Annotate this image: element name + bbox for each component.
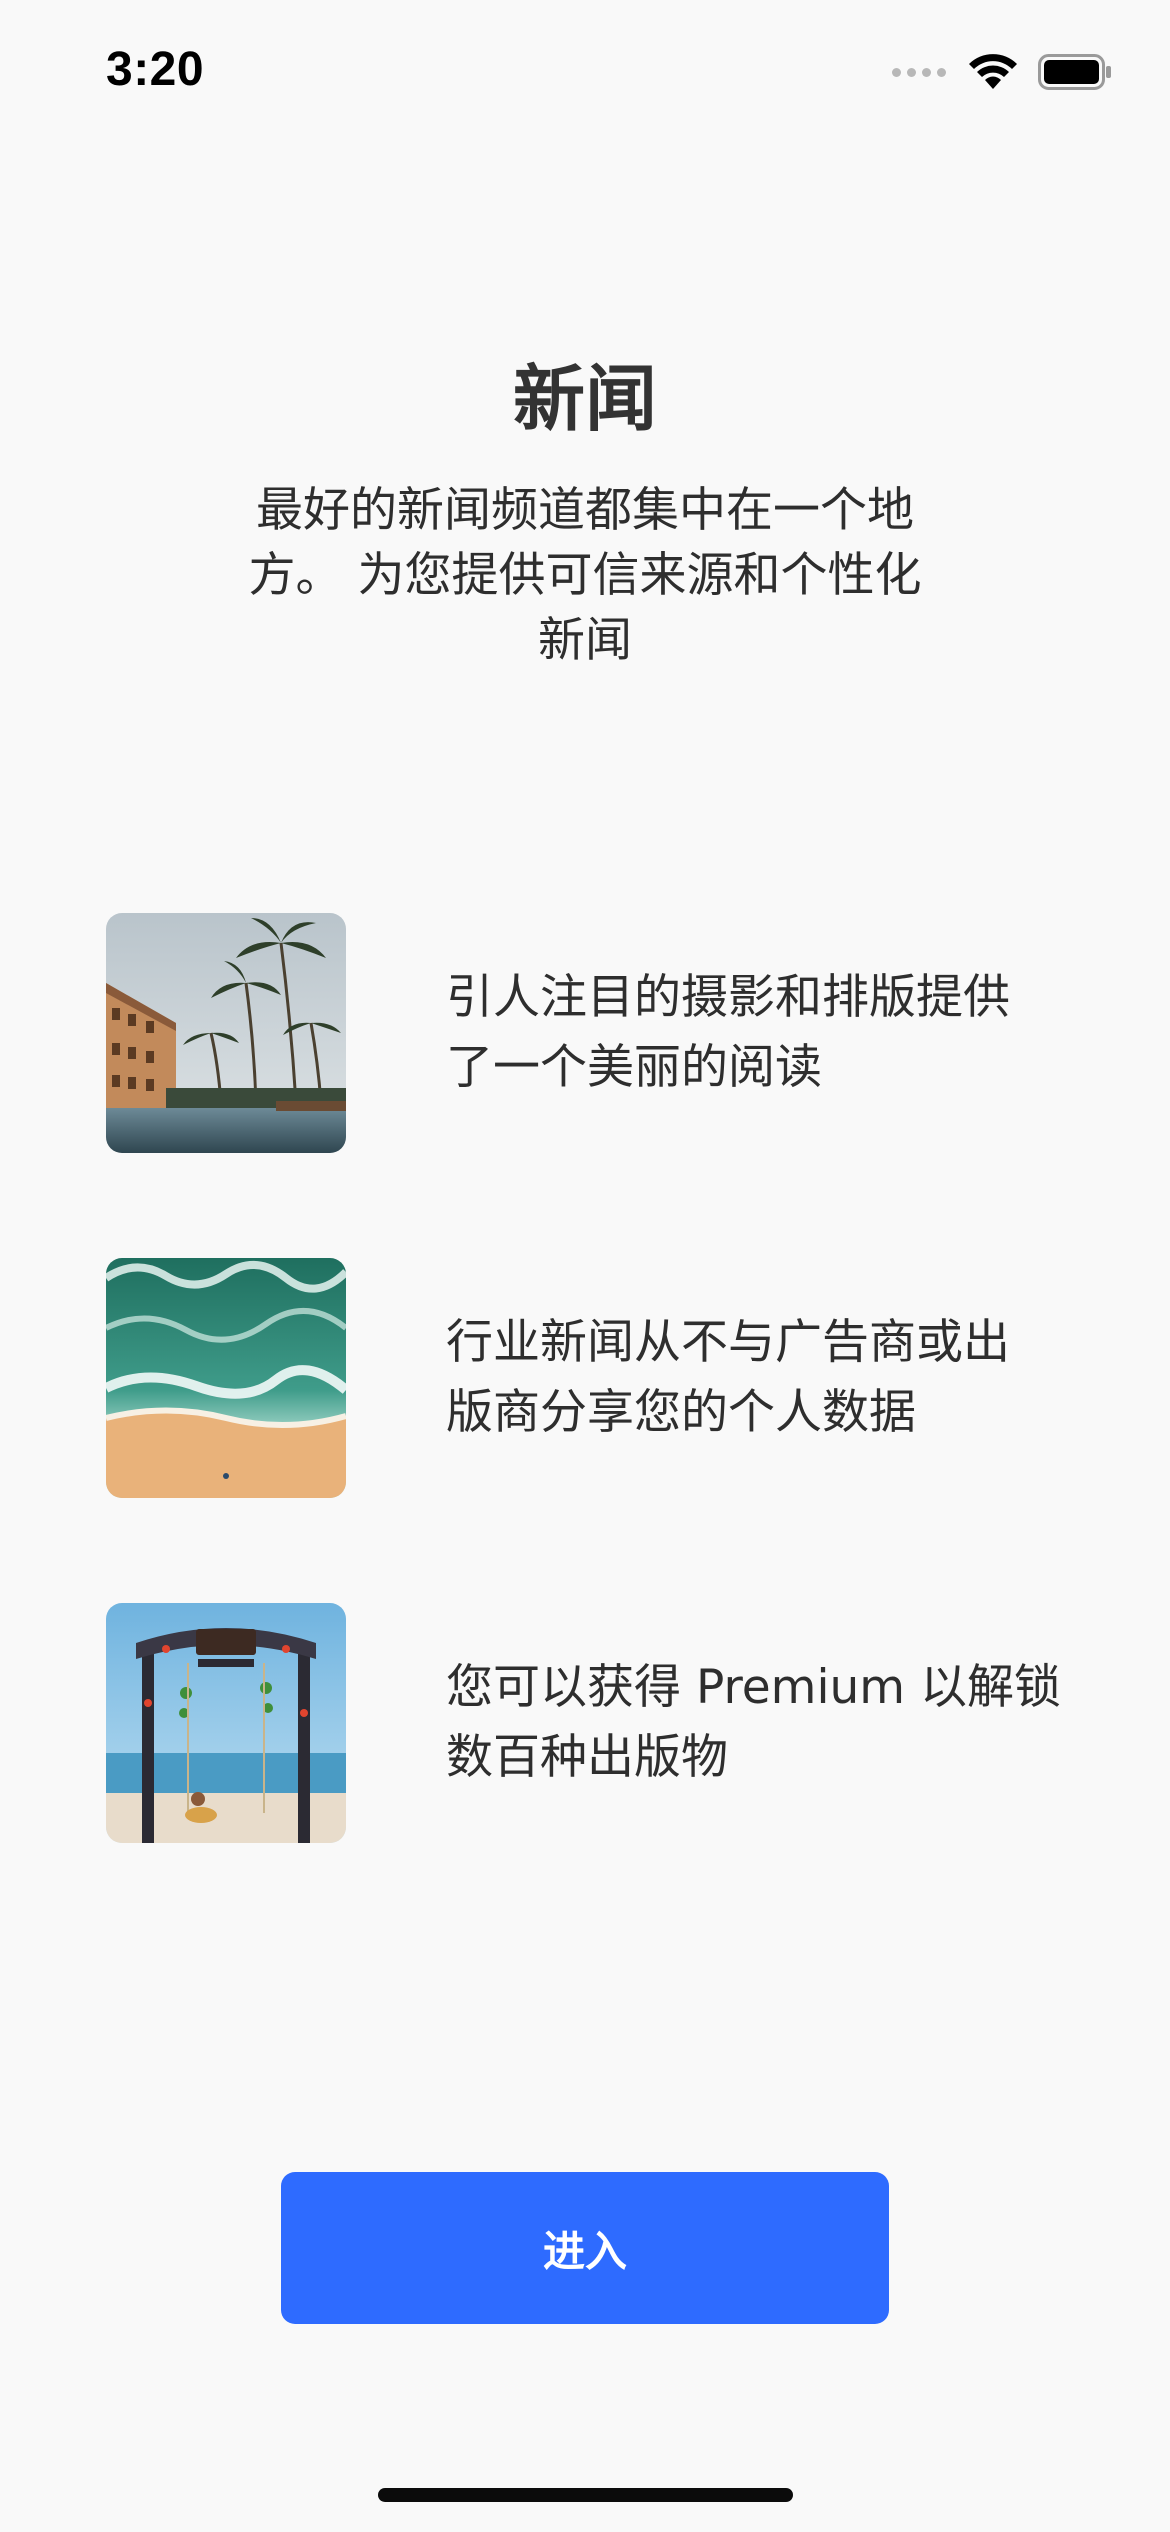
- feature-text-line: 行业新闻从不与广告商或出: [446, 1315, 1010, 1370]
- page-subtitle: 最好的新闻频道都集中在一个地 方。 为您提供可信来源和个性化 新闻: [215, 478, 955, 673]
- feature-text-line: 引人注目的摄影和排版提供: [446, 970, 1010, 1025]
- feature-text-line: 版商分享您的个人数据: [446, 1385, 916, 1440]
- feature-item-photography: 引人注目的摄影和排版提供 了一个美丽的阅读: [106, 913, 1086, 1153]
- page-title: 新闻: [512, 357, 657, 441]
- feature-text-line: 了一个美丽的阅读: [446, 1040, 822, 1095]
- resort-palm-trees-image: [106, 913, 346, 1153]
- feature-item-privacy: 行业新闻从不与广告商或出 版商分享您的个人数据: [106, 1258, 1086, 1498]
- wifi-icon: [969, 54, 1017, 89]
- subtitle-line: 最好的新闻频道都集中在一个地: [256, 483, 914, 538]
- feature-text-line: 您可以获得 Premium 以解锁: [446, 1660, 1062, 1715]
- home-indicator[interactable]: [378, 2488, 793, 2502]
- subtitle-line: 新闻: [538, 613, 632, 668]
- feature-text: 行业新闻从不与广告商或出 版商分享您的个人数据: [446, 1308, 1086, 1448]
- signal-dots-icon: [892, 67, 946, 77]
- feature-text: 引人注目的摄影和排版提供 了一个美丽的阅读: [446, 963, 1086, 1103]
- status-time: 3:20: [106, 43, 205, 96]
- enter-button[interactable]: 进入: [281, 2172, 889, 2324]
- feature-text: 您可以获得 Premium 以解锁 数百种出版物: [446, 1653, 1086, 1793]
- beach-swing-image: [106, 1603, 346, 1843]
- subtitle-line: 方。 为您提供可信来源和个性化: [248, 548, 922, 603]
- feature-item-premium: 您可以获得 Premium 以解锁 数百种出版物: [106, 1603, 1086, 1843]
- aerial-beach-image: [106, 1258, 346, 1498]
- battery-icon: [1038, 54, 1111, 90]
- status-bar: 3:20: [0, 0, 1170, 150]
- status-icons: [892, 52, 1112, 92]
- feature-text-line: 数百种出版物: [446, 1730, 728, 1785]
